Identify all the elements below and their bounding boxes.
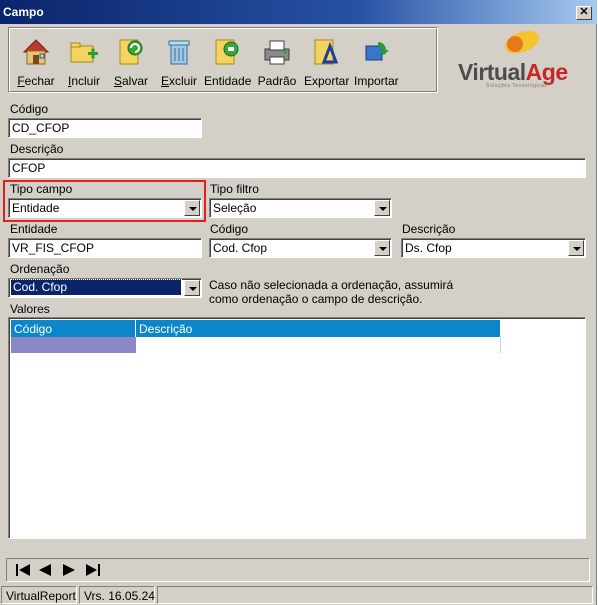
codigo-label: Código	[10, 102, 49, 116]
grid-row-descricao-cell[interactable]	[136, 337, 501, 353]
ordenacao-label: Ordenação	[10, 262, 70, 276]
importar-button[interactable]: Importar	[354, 34, 399, 90]
export-folder-icon	[314, 39, 339, 65]
trash-icon	[168, 40, 190, 65]
status-bar: VirtualReport Vrs. 16.05.24	[0, 585, 597, 605]
next-record-icon[interactable]	[62, 563, 76, 577]
excluir-label: Excluir	[160, 74, 198, 88]
status-app-name: VirtualReport	[1, 586, 77, 604]
importar-label: Importar	[354, 74, 399, 88]
entidade-codigo-label: Código	[210, 222, 249, 236]
chevron-down-icon[interactable]	[374, 240, 390, 256]
ordenacao-hint-line2: como ordenação o campo de descrição.	[209, 292, 423, 306]
save-folder-icon	[119, 39, 143, 65]
entidade-field-label: Entidade	[10, 222, 58, 236]
fechar-label: Fechar	[17, 74, 55, 88]
virtualage-logo: VirtualAge Soluções Tecnológicas	[456, 28, 586, 92]
first-record-icon[interactable]	[15, 563, 31, 577]
logo-text: VirtualAge	[458, 59, 568, 85]
chevron-down-icon[interactable]	[184, 280, 200, 296]
tipo-campo-label: Tipo campo	[10, 182, 73, 196]
add-folder-icon	[70, 42, 98, 63]
entidade-label: Entidade	[204, 74, 252, 88]
padrao-button[interactable]: Padrão	[257, 34, 297, 90]
entidade-codigo-value: Cod. Cfop	[213, 241, 268, 255]
excluir-button[interactable]: Excluir	[160, 34, 198, 90]
incluir-button[interactable]: Incluir	[64, 34, 104, 90]
tipo-filtro-label: Tipo filtro	[210, 182, 259, 196]
codigo-field[interactable]: CD_CFOP	[8, 118, 202, 138]
chevron-down-icon[interactable]	[374, 200, 390, 216]
entidade-descricao-select[interactable]: Ds. Cfop	[401, 238, 586, 258]
close-button[interactable]: ✕	[576, 6, 592, 20]
salvar-label: Salvar	[113, 74, 149, 88]
entidade-codigo-select[interactable]: Cod. Cfop	[209, 238, 392, 258]
valores-label: Valores	[10, 302, 50, 316]
logo-swoosh-icon	[504, 30, 540, 54]
incluir-label: Incluir	[67, 74, 101, 88]
padrao-label: Padrão	[257, 74, 297, 88]
entidade-field[interactable]: VR_FIS_CFOP	[8, 238, 202, 258]
valores-grid[interactable]: Código Descrição	[8, 317, 586, 539]
prior-record-icon[interactable]	[38, 563, 52, 577]
fechar-button[interactable]: Fechar	[16, 34, 56, 90]
printer-icon	[264, 40, 290, 65]
status-empty-panel	[157, 586, 593, 604]
tipo-campo-select[interactable]: Entidade	[8, 198, 202, 218]
entity-folder-icon	[215, 39, 239, 65]
campo-window: Campo ✕ Fechar Incluir Salvar Excluir En…	[0, 0, 597, 605]
ordenacao-value: Cod. Cfop	[10, 279, 182, 296]
last-record-icon[interactable]	[85, 563, 101, 577]
tipo-filtro-value: Seleção	[213, 201, 257, 215]
tipo-filtro-select[interactable]: Seleção	[209, 198, 392, 218]
status-version: Vrs. 16.05.24	[79, 586, 155, 604]
record-navigator	[6, 558, 590, 582]
grid-row-codigo-cell[interactable]	[11, 337, 136, 353]
chevron-down-icon[interactable]	[184, 200, 200, 216]
chevron-down-icon[interactable]	[568, 240, 584, 256]
entidade-descricao-label: Descrição	[402, 222, 456, 236]
descricao-label: Descrição	[10, 142, 64, 156]
entidade-button[interactable]: Entidade	[204, 34, 252, 90]
salvar-button[interactable]: Salvar	[112, 34, 150, 90]
import-icon	[365, 42, 389, 61]
tipo-campo-value: Entidade	[12, 201, 60, 215]
entidade-descricao-value: Ds. Cfop	[405, 241, 452, 255]
logo-tagline: Soluções Tecnológicas	[486, 83, 548, 89]
house-icon	[22, 39, 50, 65]
grid-header-codigo[interactable]: Código	[11, 320, 136, 337]
toolbar: Fechar Incluir Salvar Excluir Entidade P…	[8, 27, 438, 93]
grid-header-descricao[interactable]: Descrição	[136, 320, 501, 337]
window-title: Campo	[3, 5, 44, 19]
exportar-button[interactable]: Exportar	[304, 34, 350, 90]
title-bar: Campo ✕	[0, 0, 597, 24]
descricao-field[interactable]: CFOP	[8, 158, 586, 178]
exportar-label: Exportar	[304, 74, 350, 88]
ordenacao-select[interactable]: Cod. Cfop	[8, 278, 202, 298]
ordenacao-hint-line1: Caso não selecionada a ordenação, assumi…	[209, 278, 454, 292]
